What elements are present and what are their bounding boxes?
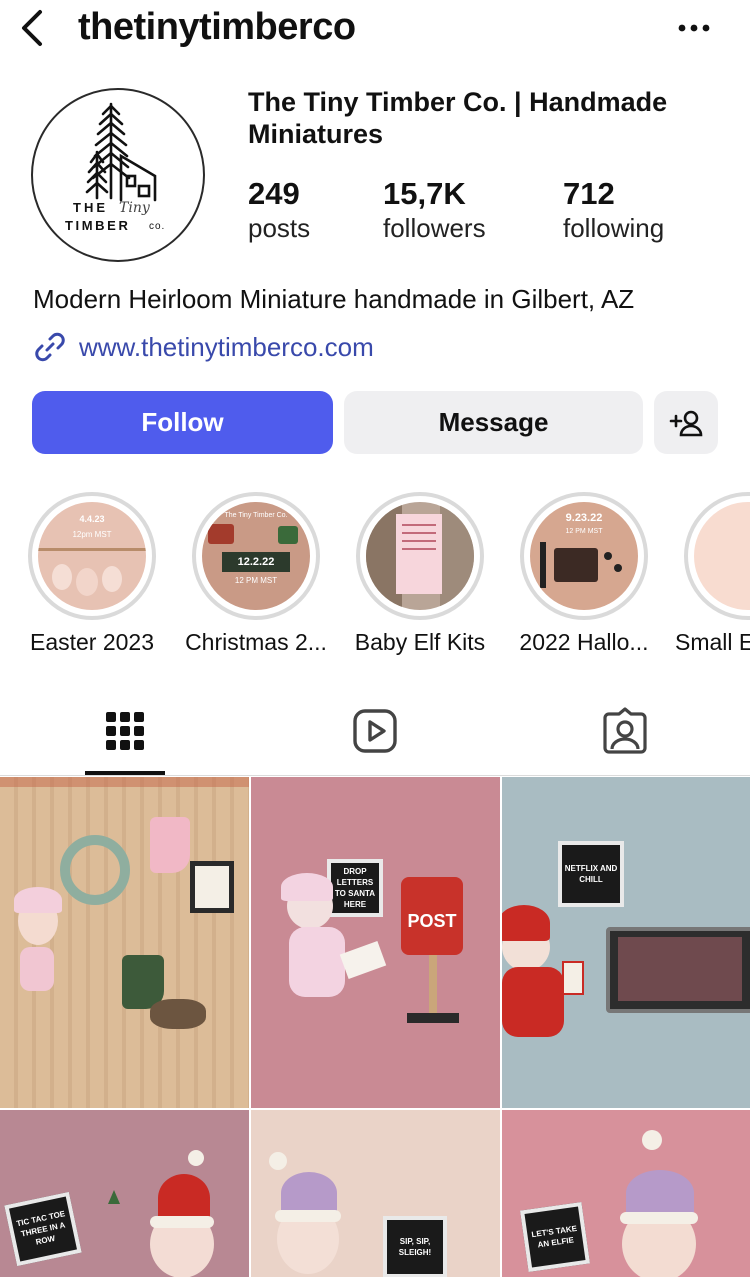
highlight-time: 12 PM MST — [234, 576, 278, 585]
highlight-time: 12pm MST — [72, 530, 112, 539]
stat-posts-value: 249 — [248, 176, 300, 211]
mailbox-label: POST — [407, 911, 457, 931]
highlight-time: 12 PM MST — [565, 528, 603, 535]
post-tile[interactable]: DROP LETTERS TO SANTA HERE POST — [251, 777, 500, 1108]
stat-posts-label: posts — [248, 213, 311, 243]
stat-following-value: 712 — [563, 176, 615, 211]
stat-following-label: following — [563, 213, 665, 243]
highlight-baby-elf-kits[interactable]: Baby Elf Kits — [338, 492, 502, 656]
highlight-date: 9.23.22 — [565, 512, 603, 524]
highlight-small[interactable]: Small E — [666, 492, 750, 656]
logo-text-co: co. — [149, 221, 166, 232]
letterboard-text: LET'S TAKE AN ELFIE — [519, 1201, 591, 1273]
tagged-icon[interactable] — [600, 706, 650, 756]
follow-button[interactable]: Follow — [32, 391, 333, 454]
highlight-cover-image: 9.23.22 12 PM MST — [530, 502, 638, 610]
highlight-date: 12.2.22 — [222, 552, 290, 572]
stat-following[interactable]: 712 following — [563, 176, 664, 244]
stat-posts[interactable]: 249 posts — [248, 176, 310, 244]
link-icon — [35, 332, 65, 362]
profile-avatar[interactable]: THE Tiny TIMBER co. — [31, 88, 205, 262]
profile-username: thetinytimberco — [78, 6, 356, 48]
person-add-icon — [669, 410, 703, 436]
letterboard-text: TIC TAC TOE THREE IN A ROW — [4, 1191, 82, 1267]
grid-icon[interactable] — [100, 706, 150, 756]
highlight-label: Small E — [675, 629, 750, 655]
active-tab-indicator — [85, 771, 165, 775]
logo-text-timber: TIMBER — [65, 218, 131, 233]
post-tile[interactable] — [0, 777, 249, 1108]
reels-icon[interactable] — [350, 706, 400, 756]
highlight-cover-image: The Tiny Timber Co. 12.2.22 12 PM MST — [202, 502, 310, 610]
more-options-icon[interactable] — [672, 10, 716, 46]
highlight-label: Christmas 2... — [185, 629, 327, 655]
post-tile[interactable]: NETFLIX AND CHILL — [502, 777, 750, 1108]
posts-grid: DROP LETTERS TO SANTA HERE POST NETFLIX … — [0, 777, 750, 1277]
highlight-label: 2022 Hallo... — [519, 629, 649, 655]
highlight-label: Baby Elf Kits — [354, 629, 486, 655]
letterboard-text: DROP LETTERS TO SANTA HERE — [327, 859, 383, 917]
highlight-label: Easter 2023 — [29, 629, 155, 655]
post-tile[interactable]: LET'S TAKE AN ELFIE — [502, 1110, 750, 1277]
message-button[interactable]: Message — [344, 391, 643, 454]
highlight-cover-image — [366, 502, 474, 610]
stat-followers-label: followers — [383, 213, 486, 243]
back-arrow-icon[interactable] — [14, 8, 50, 48]
post-tile[interactable]: SIP, SIP, SLEIGH! — [251, 1110, 500, 1277]
profile-website-link[interactable]: www.thetinytimberco.com — [33, 330, 374, 364]
website-url[interactable]: www.thetinytimberco.com — [79, 332, 374, 363]
stat-followers[interactable]: 15,7K followers — [383, 176, 486, 244]
profile-full-name: The Tiny Timber Co. | Handmade Miniature… — [248, 87, 668, 149]
top-bar: thetinytimberco — [0, 0, 750, 58]
logo-text-the: THE — [73, 200, 108, 215]
highlight-cover-image: 4.4.23 12pm MST — [38, 502, 146, 610]
profile-tabs — [0, 690, 750, 776]
logo-text-tiny: Tiny — [119, 200, 150, 216]
highlight-easter-2023[interactable]: 4.4.23 12pm MST Easter 2023 — [10, 492, 174, 656]
highlight-date: 4.4.23 — [79, 514, 105, 524]
post-tile[interactable]: TIC TAC TOE THREE IN A ROW — [0, 1110, 249, 1277]
highlight-brand: The Tiny Timber Co. — [224, 512, 288, 519]
suggest-users-button[interactable] — [654, 391, 718, 454]
stat-followers-value: 15,7K — [383, 176, 466, 211]
profile-bio: Modern Heirloom Miniature handmade in Gi… — [33, 284, 635, 314]
letterboard-text: NETFLIX AND CHILL — [558, 841, 624, 907]
timber-logo-image — [85, 102, 157, 202]
highlight-2022-halloween[interactable]: 9.23.22 12 PM MST 2022 Hallo... — [502, 492, 666, 656]
story-highlights: 4.4.23 12pm MST Easter 2023 The Tiny Tim… — [0, 492, 750, 662]
highlight-cover-image — [694, 502, 750, 610]
letterboard-text: SIP, SIP, SLEIGH! — [383, 1216, 447, 1277]
highlight-christmas[interactable]: The Tiny Timber Co. 12.2.22 12 PM MST Ch… — [174, 492, 338, 656]
